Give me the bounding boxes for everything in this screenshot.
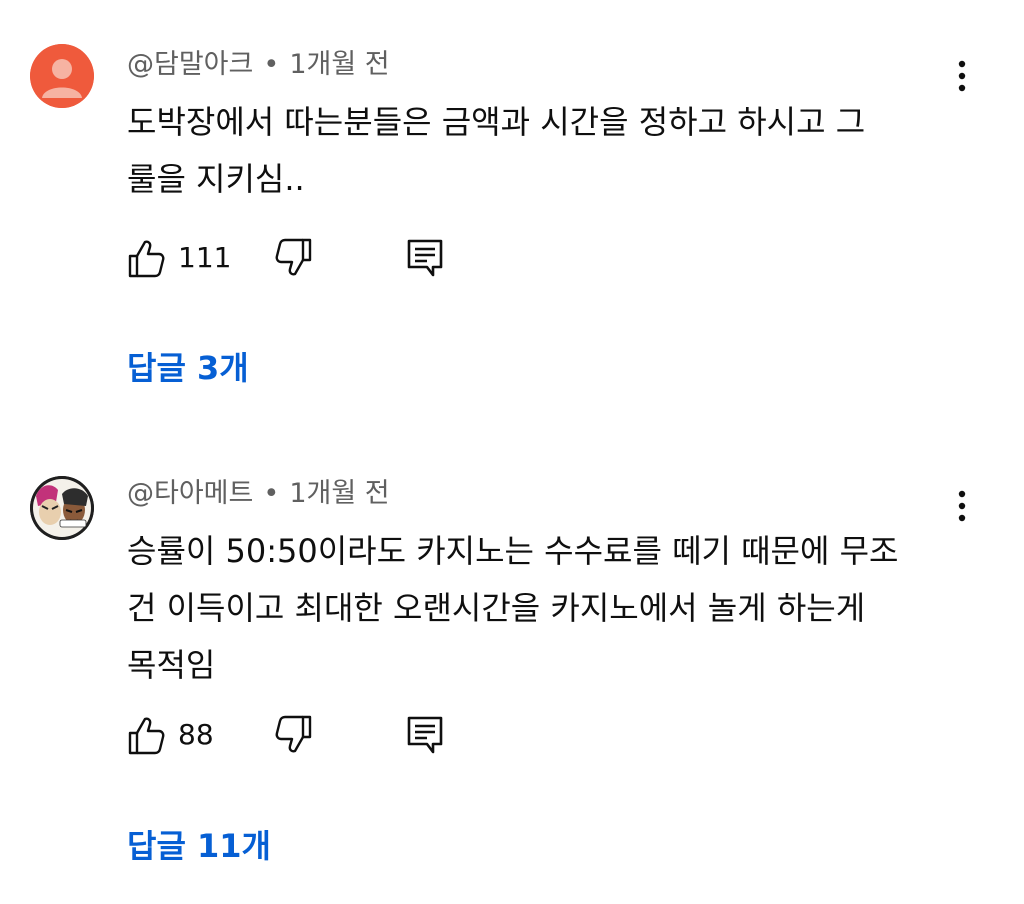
comment-text-line: 도박장에서 따는분들은 금액과 시간을 정하고 하시고 그 xyxy=(127,103,866,141)
thumb-up-icon xyxy=(128,717,165,755)
like-count: 111 xyxy=(178,241,232,274)
author-handle[interactable]: @타아메트 xyxy=(127,478,253,509)
comment-actions: 111 xyxy=(127,236,447,280)
comment-text-line: 건 이득이고 최대한 오랜시간을 카지노에서 놀게 하는게 xyxy=(127,589,866,627)
reply-icon xyxy=(407,716,443,754)
more-vert-icon xyxy=(958,490,966,522)
comment-text-line: 룰을 지키심.. xyxy=(127,160,305,198)
dislike-button[interactable] xyxy=(273,713,317,757)
comment-text-line: 목적임 xyxy=(127,646,216,684)
comment-actions: 88 xyxy=(127,713,447,757)
like-count: 88 xyxy=(178,718,214,751)
comment-1: @담말아크 • 1개월 전 도박장에서 따는분들은 금액과 시간을 정하고 하시고 … xyxy=(0,0,1024,440)
more-options-button[interactable] xyxy=(940,484,984,528)
like-button[interactable]: 88 xyxy=(127,713,247,757)
reply-button[interactable] xyxy=(403,713,447,757)
comment-text: 승률이 50:50이라도 카지노는 수수료를 떼기 때문에 무조 건 이득이고 … xyxy=(127,523,947,694)
more-options-button[interactable] xyxy=(940,54,984,98)
comment-meta: @담말아크 • 1개월 전 xyxy=(127,48,390,82)
thumb-down-icon xyxy=(275,715,312,753)
reply-button[interactable] xyxy=(403,236,447,280)
more-vert-icon xyxy=(958,60,966,92)
comment-meta: @타아메트 • 1개월 전 xyxy=(127,477,390,511)
view-replies-button[interactable]: 답글 11개 xyxy=(127,826,271,866)
user-avatar-image xyxy=(30,476,94,540)
meta-separator: • xyxy=(263,49,280,80)
view-replies-button[interactable]: 답글 3개 xyxy=(127,348,249,388)
comment-text: 도박장에서 따는분들은 금액과 시간을 정하고 하시고 그 룰을 지키심.. xyxy=(127,94,947,208)
author-handle[interactable]: @담말아크 xyxy=(127,49,253,80)
like-button[interactable]: 111 xyxy=(127,236,247,280)
comment-time: 1개월 전 xyxy=(289,478,390,509)
avatar[interactable] xyxy=(30,476,94,540)
avatar[interactable] xyxy=(30,44,94,108)
comment-text-line: 승률이 50:50이라도 카지노는 수수료를 떼기 때문에 무조 xyxy=(127,532,899,570)
dislike-button[interactable] xyxy=(273,236,317,280)
meta-separator: • xyxy=(263,478,280,509)
comment-2: @타아메트 • 1개월 전 승률이 50:50이라도 카지노는 수수료를 떼기 때문… xyxy=(0,440,1024,904)
default-avatar-icon xyxy=(30,44,94,108)
thumb-down-icon xyxy=(275,238,312,276)
reply-icon xyxy=(407,239,443,277)
thumb-up-icon xyxy=(128,240,165,278)
comment-time: 1개월 전 xyxy=(289,49,390,80)
